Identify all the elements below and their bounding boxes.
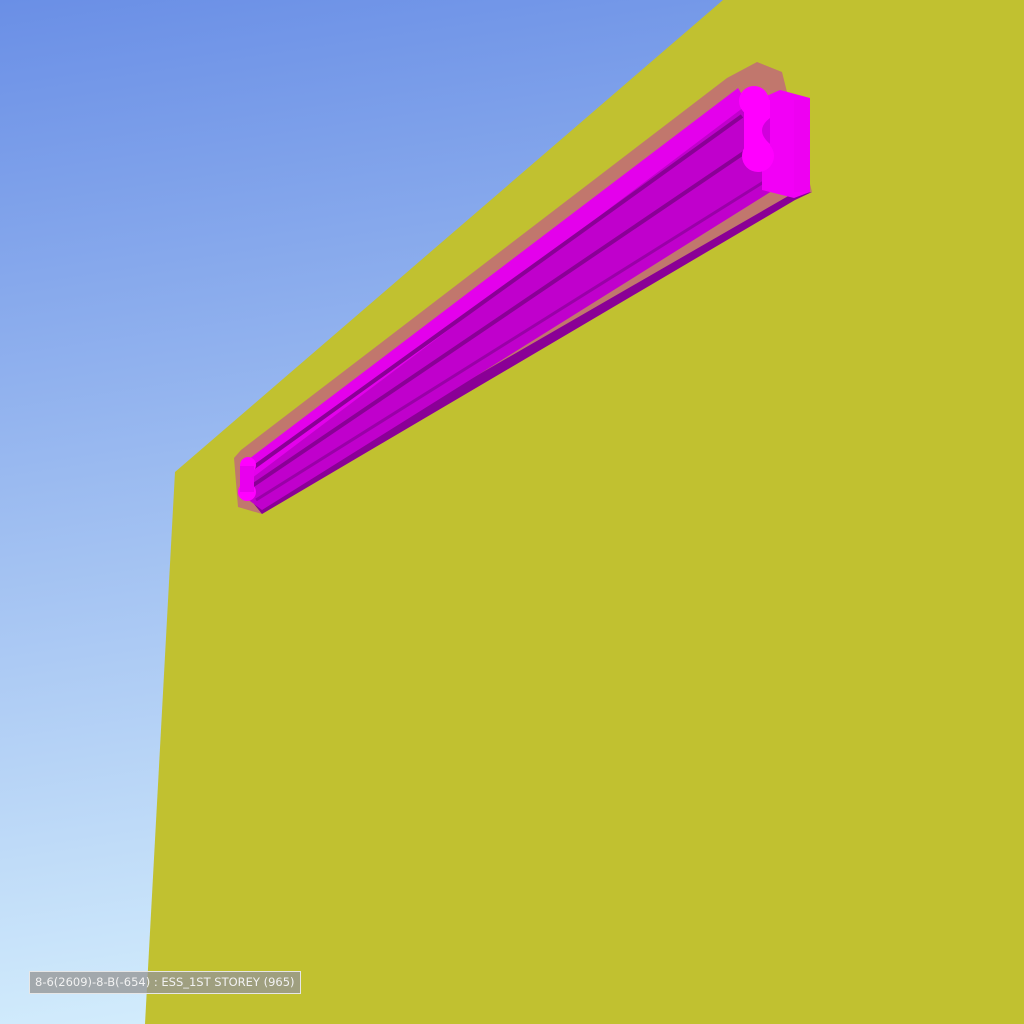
scene-canvas[interactable] bbox=[0, 0, 1024, 1024]
3d-viewport[interactable]: 8-6(2609)-8-B(-654) : ESS_1ST STOREY (96… bbox=[0, 0, 1024, 1024]
beam-end-cap-far[interactable] bbox=[238, 457, 256, 501]
status-label: 8-6(2609)-8-B(-654) : ESS_1ST STOREY (96… bbox=[29, 971, 301, 994]
